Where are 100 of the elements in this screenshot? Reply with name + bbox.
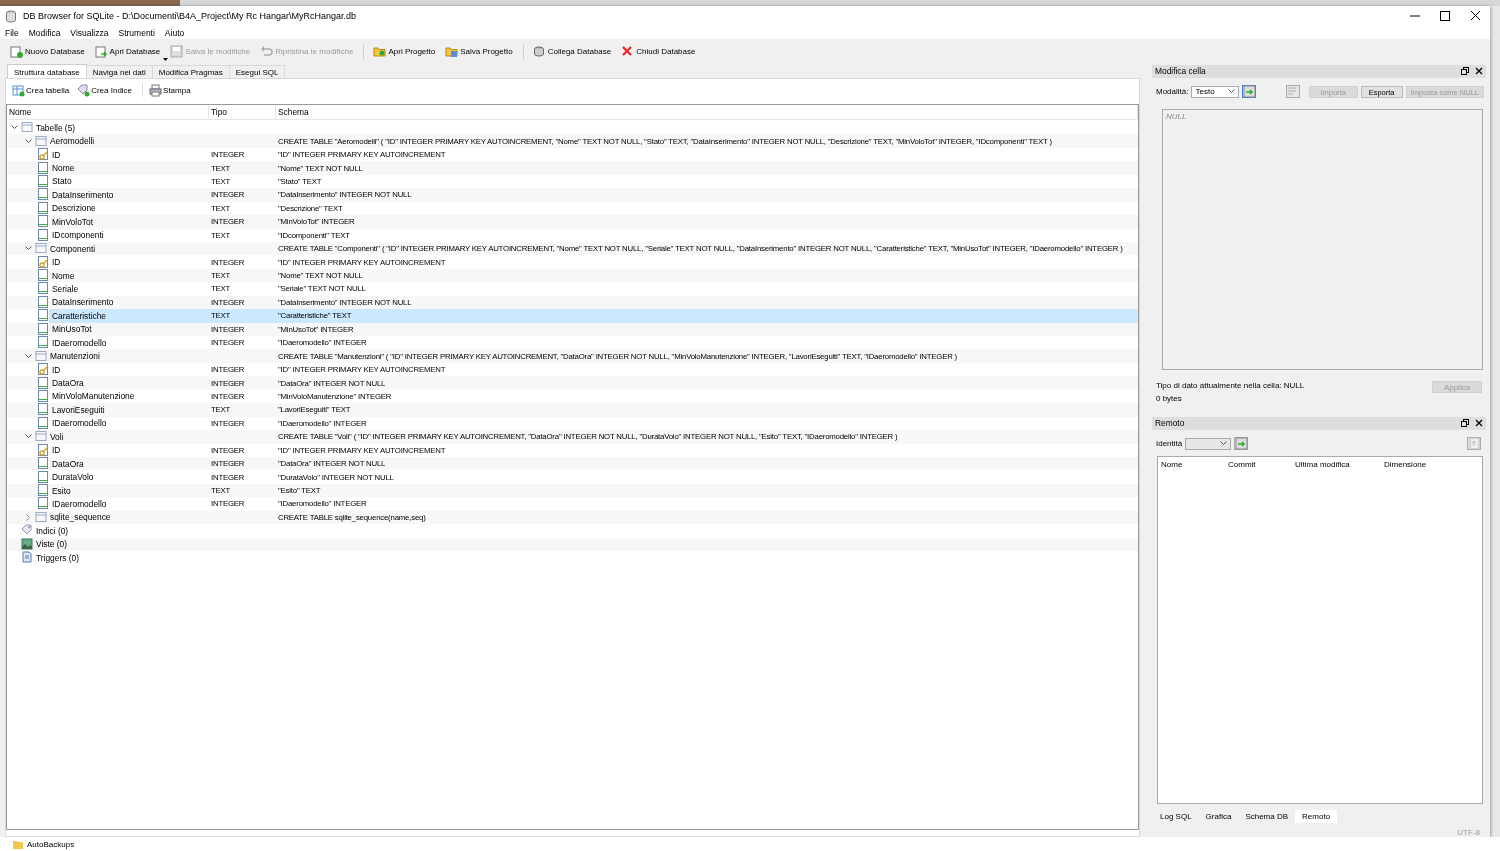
new-database-icon [10,45,23,58]
tab[interactable]: Modifica Pragmas [151,65,230,78]
node-name: Manutenzioni [50,351,100,362]
node-name: Caratteristiche [52,310,106,321]
node-name: Esito [52,485,71,496]
field-label: Identità [1156,439,1183,449]
chevron-down-icon[interactable] [24,138,32,144]
document-icon [21,551,34,565]
tree-row[interactable]: Indici (0) [7,524,1138,538]
apply-mode-icon [1234,437,1248,451]
field-icon [37,188,50,202]
dock-title: Modifica cella [1155,66,1207,77]
table-icon [35,510,48,524]
node-name: Viste (0) [36,539,68,550]
cell-size: 0 bytes [1156,394,1183,404]
node-name: sqlite_sequence [50,512,111,523]
node-name: IDaeromodello [52,418,107,429]
toolbar-button[interactable]: Nuovo Database [6,43,91,60]
toolbar-button[interactable]: Apri Database [90,43,167,60]
key-field-icon [37,443,50,457]
save-project-icon [445,45,459,58]
node-name: MinVoloManutenzione [52,391,135,402]
chevron-down-icon[interactable] [24,353,32,359]
node-name: IDcomponenti [52,230,104,241]
cell-type-info: Tipo di dato attualmente nella cella: NULL [1156,381,1306,391]
tree-row[interactable]: Triggers (0) [7,551,1138,565]
field-icon [37,470,50,484]
table-icon [35,430,48,444]
node-name: DataInserimento [52,189,114,200]
column-header[interactable]: Nome [7,105,209,119]
menu-item[interactable]: Modifica [23,27,66,38]
field-icon [37,161,50,175]
chevron-down-icon[interactable] [10,125,18,131]
folder-icon [13,839,23,849]
node-name: Tabelle (5) [36,122,76,133]
field-icon [37,497,50,511]
field-icon [37,376,50,390]
node-name: DataOra [52,458,84,469]
toolbar-button[interactable]: Stampa [147,82,197,98]
tree-row[interactable] [7,241,1138,256]
cell-editor[interactable]: NULL [1162,108,1483,371]
toolbar-button[interactable]: Apri Progetto [369,43,442,60]
menu-item[interactable]: Aiuto [159,27,190,38]
chevron-down-icon [1228,89,1236,95]
image-icon [21,537,34,551]
tab[interactable]: Esegui SQL [228,65,286,78]
node-name: Descrizione [52,203,96,214]
field-icon [37,457,50,471]
menu-item[interactable]: File [0,27,24,38]
column-header[interactable]: Nome [1158,456,1225,469]
menu-item[interactable]: Strumenti [113,27,160,38]
column-header[interactable]: Tipo [209,105,276,119]
node-name: Triggers (0) [36,552,79,563]
upload-icon [1467,437,1481,451]
toolbar-button[interactable]: Crea Indice [75,82,139,98]
key-field-icon [37,255,50,269]
node-name: MinUsoTot [52,324,92,335]
column-header[interactable]: Commit [1225,456,1292,469]
chevron-down-icon[interactable] [24,434,32,440]
field-icon [37,416,50,430]
toolbar-button[interactable]: Salva Progetto [441,43,519,60]
node-name: ID [52,257,61,268]
refresh-button[interactable] [1234,437,1249,451]
field-label: Modalità: [1156,87,1189,97]
close-icon[interactable] [1475,67,1483,76]
column-header[interactable]: Ultima modifica [1292,456,1381,469]
field-icon [37,336,50,350]
field-icon [37,389,50,403]
chevron-down-icon[interactable] [24,246,32,252]
tab[interactable]: Remoto [1295,810,1338,823]
field-icon [37,174,50,188]
float-icon[interactable] [1461,67,1469,76]
create-index-icon [77,83,91,97]
column-header[interactable]: Schema [276,105,1138,119]
node-name: DataOra [52,378,84,389]
close-icon[interactable] [1475,419,1483,428]
mode-button[interactable] [1242,85,1257,99]
menu-item[interactable]: Visualizza [65,27,114,38]
tab[interactable]: Naviga nei dati [85,65,153,78]
chevron-right-icon[interactable] [25,513,31,521]
float-icon[interactable] [1461,419,1469,428]
printer-icon [149,83,163,97]
dropdown-arrow-icon[interactable] [163,58,169,62]
tab[interactable]: Struttura database [7,64,87,78]
node-name: DataInserimento [52,297,114,308]
field-icon [37,228,50,242]
tree-row[interactable] [7,134,1138,148]
tree-row[interactable]: Viste (0) [7,537,1138,551]
toolbar-button[interactable]: Chiudi Database [617,43,702,60]
open-database-icon [94,45,108,58]
mode-dropdown[interactable]: Testo [1191,85,1240,98]
node-name: IDaeromodello [52,498,107,509]
toolbar-button[interactable]: Collega Database [528,43,618,60]
node-name: Indici (0) [36,525,69,536]
apply-mode-icon [1242,85,1256,99]
column-header[interactable]: Dimensione [1381,456,1482,469]
tree-row[interactable]: Tabelle (5) [7,121,1138,135]
toolbar-button[interactable]: Crea tabella [10,82,76,98]
dock-title: Remoto [1155,418,1186,429]
field-icon [37,295,50,309]
